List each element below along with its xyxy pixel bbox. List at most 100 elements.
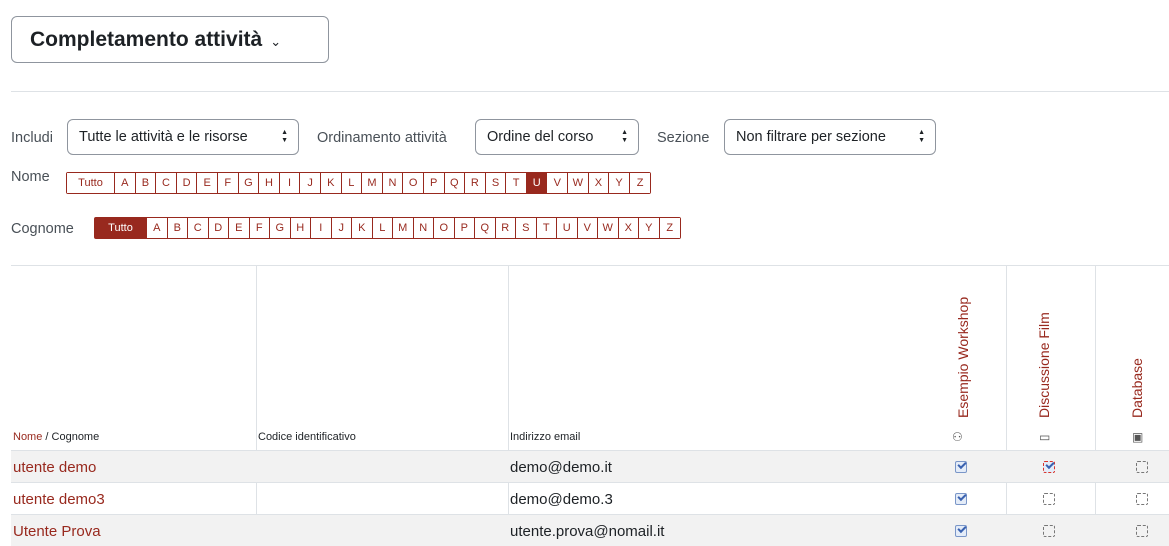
last-name-initial-o[interactable]: O bbox=[434, 218, 455, 238]
completion-checkbox[interactable] bbox=[955, 493, 967, 505]
last-name-initial-a[interactable]: A bbox=[147, 218, 168, 238]
first-name-initial-i[interactable]: I bbox=[279, 173, 301, 193]
first-name-initial-w[interactable]: W bbox=[568, 173, 589, 193]
last-name-initial-y[interactable]: Y bbox=[639, 218, 660, 238]
last-name-initial-f[interactable]: F bbox=[249, 218, 270, 238]
user-email: utente.prova@nomail.it bbox=[510, 523, 665, 540]
first-name-initial-c[interactable]: C bbox=[156, 173, 177, 193]
first-name-initial-h[interactable]: H bbox=[259, 173, 280, 193]
last-name-initial-l[interactable]: L bbox=[372, 218, 393, 238]
activity-header-forum[interactable]: Discussione Film bbox=[1036, 312, 1052, 418]
first-name-initial-q[interactable]: Q bbox=[444, 173, 466, 193]
table-row: utente demo demo@demo.it bbox=[11, 450, 1169, 482]
order-select[interactable]: Ordine del corso ▲ ▼ bbox=[475, 119, 639, 155]
last-name-initial-i[interactable]: I bbox=[311, 218, 332, 238]
last-name-initial-r[interactable]: R bbox=[495, 218, 516, 238]
last-name-initials-bar: Tutto A B C D E F G H I J K L M N O P Q R S T U V W X Y Z bbox=[94, 217, 681, 239]
last-name-initial-t[interactable]: T bbox=[536, 218, 557, 238]
last-name-initial-n[interactable]: N bbox=[413, 218, 434, 238]
last-name-initial-s[interactable]: S bbox=[516, 218, 537, 238]
first-name-initial-y[interactable]: Y bbox=[609, 173, 630, 193]
include-select[interactable]: Tutte le attività e le risorse ▲ ▼ bbox=[67, 119, 299, 155]
completion-checkbox[interactable] bbox=[1136, 493, 1148, 505]
section-select[interactable]: Non filtrare per sezione ▲ ▼ bbox=[724, 119, 936, 155]
name-separator: / bbox=[42, 431, 52, 443]
last-name-initial-d[interactable]: D bbox=[208, 218, 229, 238]
forum-icon: ▭ bbox=[1039, 430, 1051, 444]
select-arrows-icon: ▲ ▼ bbox=[281, 129, 288, 144]
first-name-initials-bar: Tutto A B C D E F G H I J K L M N O P Q R S T U V W X Y Z bbox=[66, 172, 652, 194]
first-name-initial-x[interactable]: X bbox=[588, 173, 610, 193]
first-name-initial-s[interactable]: S bbox=[485, 173, 507, 193]
last-name-initial-v[interactable]: V bbox=[577, 218, 598, 238]
activity-header-workshop[interactable]: Esempio Workshop bbox=[955, 268, 971, 418]
user-name-link[interactable]: Utente Prova bbox=[13, 523, 101, 540]
completion-checkbox[interactable] bbox=[1043, 461, 1055, 473]
first-name-initial-n[interactable]: N bbox=[382, 173, 404, 193]
first-name-initial-b[interactable]: B bbox=[135, 173, 157, 193]
user-name-link[interactable]: utente demo bbox=[13, 459, 96, 476]
first-name-initial-v[interactable]: V bbox=[547, 173, 569, 193]
sort-by-first-name-link[interactable]: Nome bbox=[13, 431, 42, 443]
first-name-initial-k[interactable]: K bbox=[320, 173, 342, 193]
first-name-initial-r[interactable]: R bbox=[465, 173, 486, 193]
completion-checkbox[interactable] bbox=[1136, 525, 1148, 537]
page-title: Completamento attività bbox=[30, 27, 263, 51]
first-name-initial-t[interactable]: T bbox=[506, 173, 527, 193]
last-name-filter-label: Cognome bbox=[11, 221, 74, 237]
completion-checkbox[interactable] bbox=[955, 525, 967, 537]
first-name-initial-m[interactable]: M bbox=[362, 173, 383, 193]
user-name-link[interactable]: utente demo3 bbox=[13, 491, 105, 508]
completion-checkbox[interactable] bbox=[1043, 493, 1055, 505]
order-label: Ordinamento attività bbox=[317, 130, 447, 146]
first-name-initial-l[interactable]: L bbox=[341, 173, 363, 193]
first-name-filter-label: Nome bbox=[11, 169, 50, 185]
first-name-initial-tutto[interactable]: Tutto bbox=[67, 173, 115, 193]
user-email: demo@demo.3 bbox=[510, 491, 613, 508]
last-name-initial-j[interactable]: J bbox=[331, 218, 352, 238]
last-name-initial-k[interactable]: K bbox=[352, 218, 373, 238]
completion-checkbox[interactable] bbox=[1043, 525, 1055, 537]
select-arrows-icon: ▲ ▼ bbox=[918, 129, 925, 144]
name-column-header: Nome / Cognome bbox=[13, 431, 99, 443]
completion-checkbox[interactable] bbox=[955, 461, 967, 473]
first-name-initial-o[interactable]: O bbox=[403, 173, 424, 193]
chevron-down-icon: ⌄ bbox=[270, 33, 282, 49]
last-name-initial-b[interactable]: B bbox=[167, 218, 188, 238]
first-name-initial-d[interactable]: D bbox=[176, 173, 198, 193]
table-row: Utente Prova utente.prova@nomail.it bbox=[11, 514, 1169, 546]
activity-header-database[interactable]: Database bbox=[1129, 344, 1145, 418]
last-name-initial-z[interactable]: Z bbox=[659, 218, 680, 238]
last-name-initial-m[interactable]: M bbox=[393, 218, 414, 238]
last-name-initial-h[interactable]: H bbox=[290, 218, 311, 238]
first-name-initial-f[interactable]: F bbox=[217, 173, 239, 193]
first-name-initial-p[interactable]: P bbox=[423, 173, 445, 193]
first-name-initial-e[interactable]: E bbox=[197, 173, 218, 193]
completion-checkbox[interactable] bbox=[1136, 461, 1148, 473]
workshop-icon: ⚇ bbox=[952, 430, 963, 444]
first-name-initial-g[interactable]: G bbox=[238, 173, 260, 193]
last-name-initial-e[interactable]: E bbox=[229, 218, 250, 238]
first-name-initial-a[interactable]: A bbox=[115, 173, 136, 193]
first-name-initial-u[interactable]: U bbox=[526, 173, 548, 193]
first-name-initial-j[interactable]: J bbox=[300, 173, 321, 193]
last-name-initial-tutto[interactable]: Tutto bbox=[95, 218, 147, 238]
last-name-initial-q[interactable]: Q bbox=[475, 218, 496, 238]
table-top-border bbox=[11, 265, 1169, 266]
order-select-value: Ordine del corso bbox=[487, 129, 594, 145]
last-name-initial-x[interactable]: X bbox=[618, 218, 639, 238]
idnumber-column-header: Codice identificativo bbox=[258, 431, 356, 443]
last-name-initial-u[interactable]: U bbox=[557, 218, 578, 238]
last-name-initial-p[interactable]: P bbox=[454, 218, 475, 238]
report-selector-button[interactable]: Completamento attività ⌄ bbox=[11, 16, 329, 63]
table-row: utente demo3 demo@demo.3 bbox=[11, 482, 1169, 514]
section-select-value: Non filtrare per sezione bbox=[736, 129, 886, 145]
database-icon: ▣ bbox=[1132, 430, 1144, 444]
last-name-initial-c[interactable]: C bbox=[188, 218, 209, 238]
sort-by-last-name-link[interactable]: Cognome bbox=[52, 431, 100, 443]
last-name-initial-w[interactable]: W bbox=[598, 218, 619, 238]
last-name-initial-g[interactable]: G bbox=[270, 218, 291, 238]
first-name-initial-z[interactable]: Z bbox=[629, 173, 651, 193]
email-column-header: Indirizzo email bbox=[510, 431, 581, 443]
include-select-value: Tutte le attività e le risorse bbox=[79, 129, 248, 145]
